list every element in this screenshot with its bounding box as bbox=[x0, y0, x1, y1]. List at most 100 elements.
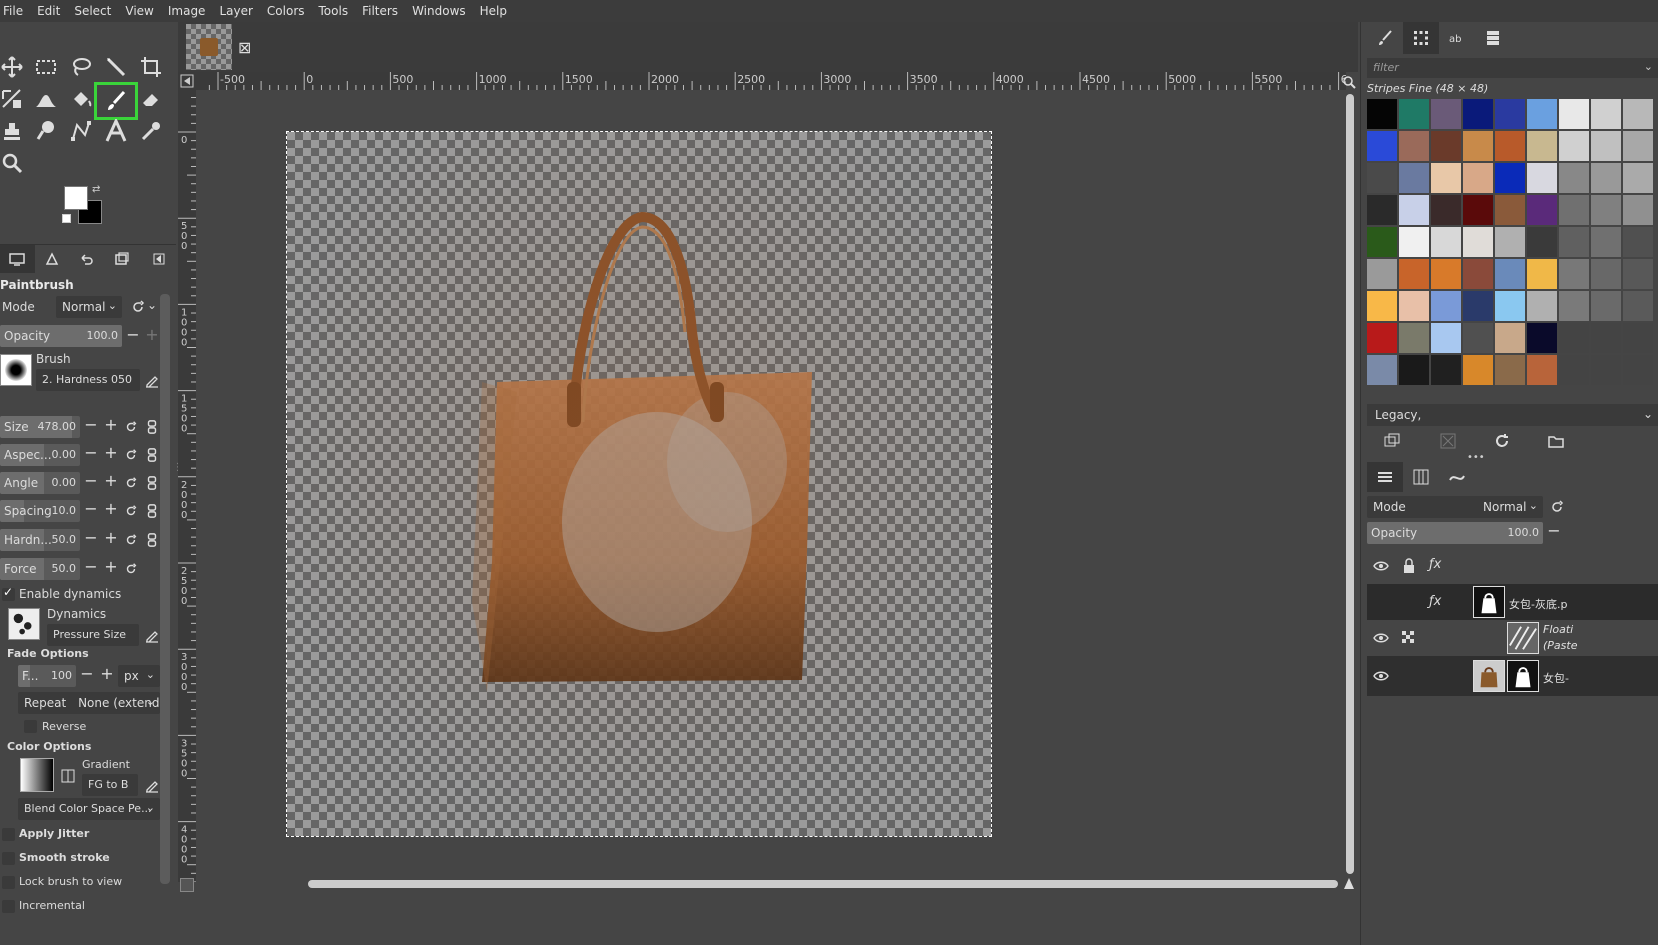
pattern-swatch[interactable] bbox=[1591, 323, 1622, 354]
pattern-swatch[interactable] bbox=[1559, 131, 1590, 162]
pattern-swatch[interactable] bbox=[1367, 99, 1398, 130]
pattern-swatch[interactable] bbox=[1495, 291, 1526, 322]
clone-tool-icon[interactable] bbox=[0, 116, 27, 146]
tab-tool-options[interactable] bbox=[0, 244, 35, 273]
ruler-corner-button[interactable] bbox=[178, 72, 196, 90]
spacing-increase-button[interactable]: + bbox=[102, 500, 120, 520]
mode-select[interactable]: Normal ⌄ bbox=[56, 296, 122, 318]
fade-length-slider[interactable]: F... 100 bbox=[18, 665, 76, 687]
duplicate-pattern-icon[interactable] bbox=[1383, 432, 1401, 450]
open-pattern-icon[interactable] bbox=[1547, 432, 1565, 450]
tab-document-history[interactable] bbox=[1475, 22, 1511, 54]
gradient-select[interactable]: FG to B bbox=[82, 774, 138, 796]
hardness-decrease-button[interactable]: − bbox=[82, 529, 100, 549]
aspect-decrease-button[interactable]: − bbox=[82, 444, 100, 464]
aspect-increase-button[interactable]: + bbox=[102, 444, 120, 464]
pattern-swatch[interactable] bbox=[1431, 195, 1462, 226]
pattern-swatch[interactable] bbox=[1495, 195, 1526, 226]
pattern-swatch[interactable] bbox=[1431, 163, 1462, 194]
pattern-swatch[interactable] bbox=[1463, 99, 1494, 130]
reverse-checkbox[interactable] bbox=[24, 720, 37, 733]
layer-opacity-decrease-button[interactable]: − bbox=[1545, 522, 1563, 542]
layer-row[interactable]: 女包- bbox=[1367, 656, 1658, 696]
pattern-swatch[interactable] bbox=[1527, 259, 1558, 290]
incremental-checkbox[interactable] bbox=[2, 900, 15, 913]
menu-windows[interactable]: Windows bbox=[405, 4, 473, 18]
pattern-swatch[interactable] bbox=[1399, 99, 1430, 130]
apply-jitter-checkbox[interactable] bbox=[2, 828, 15, 841]
size-link-icon[interactable] bbox=[145, 420, 161, 436]
tool-options-scrollbar[interactable] bbox=[160, 294, 170, 884]
menu-edit[interactable]: Edit bbox=[30, 4, 67, 18]
pattern-swatch[interactable] bbox=[1367, 163, 1398, 194]
spacing-reset-icon[interactable] bbox=[124, 504, 140, 520]
pattern-swatch[interactable] bbox=[1591, 195, 1622, 226]
effects-header-icon[interactable]: ƒx bbox=[1429, 557, 1445, 573]
default-colors-icon[interactable] bbox=[62, 214, 71, 223]
size-reset-icon[interactable] bbox=[124, 420, 140, 436]
blend-color-space-select[interactable]: Blend Color Space Pe... ⌄ bbox=[18, 798, 160, 820]
spacing-decrease-button[interactable]: − bbox=[82, 500, 100, 520]
force-decrease-button[interactable]: − bbox=[82, 558, 100, 578]
angle-link-icon[interactable] bbox=[145, 476, 161, 492]
pattern-swatch[interactable] bbox=[1399, 259, 1430, 290]
brush-preview[interactable] bbox=[0, 354, 32, 386]
navigate-icon[interactable] bbox=[1342, 876, 1356, 890]
menu-help[interactable]: Help bbox=[473, 4, 514, 18]
pattern-swatch[interactable] bbox=[1367, 259, 1398, 290]
pattern-filter-input[interactable]: filter ⌄ bbox=[1367, 58, 1658, 78]
aspect-slider[interactable]: Aspec... 0.00 bbox=[0, 444, 80, 466]
rect-select-tool-icon[interactable] bbox=[31, 52, 61, 82]
pattern-swatch[interactable] bbox=[1527, 227, 1558, 258]
tab-images[interactable] bbox=[104, 245, 139, 273]
pattern-swatch[interactable] bbox=[1367, 355, 1398, 386]
brush-select[interactable]: 2. Hardness 050 bbox=[36, 369, 140, 391]
text-tool-icon[interactable] bbox=[101, 116, 131, 146]
lock-header-icon[interactable] bbox=[1401, 558, 1417, 574]
enable-dynamics-checkbox[interactable] bbox=[2, 585, 15, 601]
pattern-swatch[interactable] bbox=[1527, 131, 1558, 162]
layer-mode-reset-icon[interactable] bbox=[1549, 499, 1565, 515]
pattern-swatch[interactable] bbox=[1559, 195, 1590, 226]
pattern-swatch[interactable] bbox=[1591, 99, 1622, 130]
menu-layer[interactable]: Layer bbox=[212, 4, 259, 18]
gradient-preview[interactable] bbox=[20, 758, 54, 792]
move-tool-icon[interactable] bbox=[0, 52, 27, 82]
layer-mode-select[interactable]: Mode Normal ⌄ bbox=[1367, 496, 1543, 518]
pattern-swatch[interactable] bbox=[1527, 163, 1558, 194]
pattern-swatch[interactable] bbox=[1591, 131, 1622, 162]
pattern-swatch[interactable] bbox=[1527, 323, 1558, 354]
pattern-swatch[interactable] bbox=[1559, 291, 1590, 322]
menu-select[interactable]: Select bbox=[67, 4, 118, 18]
refresh-patterns-icon[interactable] bbox=[1493, 432, 1511, 450]
zoom-tool-icon[interactable] bbox=[0, 148, 27, 178]
pattern-swatch[interactable] bbox=[1495, 355, 1526, 386]
pattern-swatch[interactable] bbox=[1463, 163, 1494, 194]
hardness-slider[interactable]: Hardn... 50.0 bbox=[0, 529, 80, 551]
pattern-swatch[interactable] bbox=[1399, 195, 1430, 226]
visibility-header-icon[interactable] bbox=[1373, 558, 1389, 574]
fuzzy-select-tool-icon[interactable] bbox=[101, 52, 131, 82]
pattern-swatch[interactable] bbox=[1367, 131, 1398, 162]
delete-pattern-icon[interactable] bbox=[1439, 432, 1457, 450]
menu-colors[interactable]: Colors bbox=[260, 4, 312, 18]
lock-brush-checkbox[interactable] bbox=[2, 876, 15, 889]
pattern-swatch[interactable] bbox=[1367, 323, 1398, 354]
pattern-swatch[interactable] bbox=[1527, 355, 1558, 386]
canvas-vertical-scrollbar[interactable] bbox=[1344, 90, 1356, 890]
pattern-swatch[interactable] bbox=[1623, 195, 1654, 226]
pattern-swatch[interactable] bbox=[1559, 323, 1590, 354]
pattern-tag-input[interactable]: Legacy, ⌄ bbox=[1367, 404, 1658, 426]
size-slider[interactable]: Size 478.00 bbox=[0, 416, 80, 438]
pattern-swatch[interactable] bbox=[1495, 99, 1526, 130]
warp-tool-icon[interactable] bbox=[31, 84, 61, 114]
layer-row[interactable]: Floati (Paste bbox=[1367, 620, 1658, 656]
paths-tool-icon[interactable] bbox=[66, 116, 96, 146]
eraser-tool-icon[interactable] bbox=[136, 84, 166, 114]
aspect-link-icon[interactable] bbox=[145, 448, 161, 464]
size-increase-button[interactable]: + bbox=[102, 416, 120, 436]
pattern-swatch[interactable] bbox=[1399, 131, 1430, 162]
pattern-swatch[interactable] bbox=[1623, 291, 1654, 322]
tab-patterns[interactable] bbox=[1403, 22, 1439, 54]
pattern-swatch[interactable] bbox=[1591, 227, 1622, 258]
